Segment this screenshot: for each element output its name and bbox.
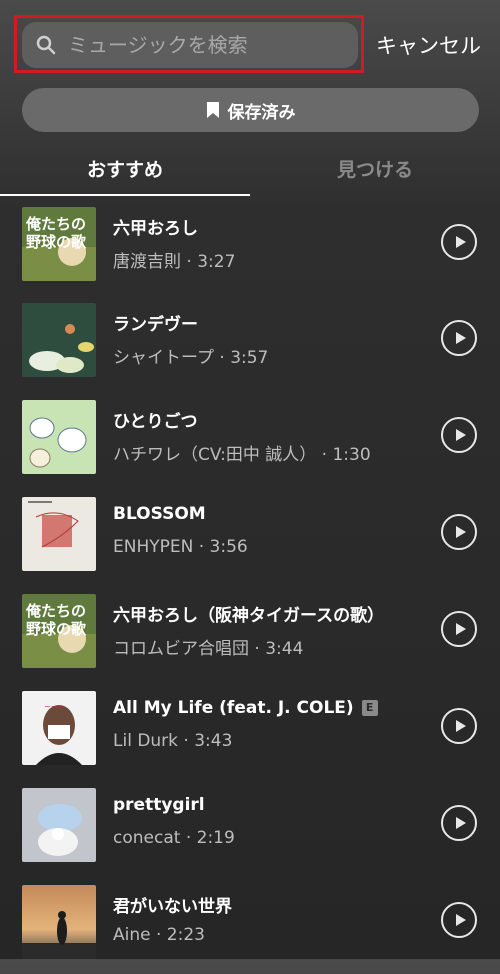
track-title: prettygirl	[113, 795, 205, 815]
play-button[interactable]	[441, 708, 477, 744]
search-bar-area: キャンセル	[0, 0, 500, 80]
saved-button[interactable]: 保存済み	[22, 88, 479, 132]
track-row[interactable]: ランデヴー シャイトープ · 3:57	[0, 296, 500, 392]
play-button[interactable]	[441, 805, 477, 841]
svg-text:俺たちの: 俺たちの	[25, 602, 86, 620]
track-title: BLOSSOM	[113, 504, 206, 524]
search-icon	[36, 35, 56, 55]
search-input[interactable]	[66, 32, 340, 58]
track-subtitle: コロムビア合唱団 · 3:44	[113, 639, 304, 659]
track-subtitle: ENHYPEN · 3:56	[113, 537, 248, 557]
track-title: ひとりごつ	[113, 412, 198, 432]
album-art	[22, 400, 96, 474]
track-row[interactable]: 俺たちの 野球の歌 六甲おろし 唐渡吉則 · 3:27	[0, 200, 500, 296]
tab-bar: おすすめ 見つける	[0, 140, 500, 196]
track-row[interactable]: 君がいない世界 Aine · 2:23	[0, 878, 500, 974]
play-button[interactable]	[441, 611, 477, 647]
track-title: All My Life (feat. J. COLE) E	[113, 698, 378, 718]
track-subtitle: Lil Durk · 3:43	[113, 731, 233, 751]
play-button[interactable]	[441, 514, 477, 550]
play-button[interactable]	[441, 320, 477, 356]
album-art: 俺たちの 野球の歌	[22, 594, 96, 668]
album-art	[22, 885, 96, 959]
album-art	[22, 497, 96, 571]
explicit-badge: E	[361, 700, 378, 716]
album-art	[22, 788, 96, 862]
play-button[interactable]	[441, 902, 477, 938]
cancel-button[interactable]: キャンセル	[376, 30, 481, 60]
svg-text:俺たちの: 俺たちの	[25, 215, 86, 233]
album-art: ~~~	[22, 691, 96, 765]
tab-recommended[interactable]: おすすめ	[0, 140, 250, 196]
track-row[interactable]: prettygirl conecat · 2:19	[0, 781, 500, 877]
track-title-text: All My Life (feat. J. COLE)	[113, 698, 354, 718]
track-title: 君がいない世界	[113, 897, 232, 917]
track-subtitle: ハチワレ（CV:田中 誠人） · 1:30	[113, 445, 371, 465]
track-subtitle: conecat · 2:19	[113, 828, 235, 848]
svg-text:野球の歌: 野球の歌	[26, 233, 87, 251]
track-title: 六甲おろし（阪神タイガースの歌）	[113, 606, 385, 626]
saved-label: 保存済み	[227, 102, 296, 123]
track-subtitle: 唐渡吉則 · 3:27	[113, 252, 236, 272]
track-row[interactable]: ~~~ All My Life (feat. J. COLE) E Lil Dur…	[0, 684, 500, 780]
tab-active-indicator	[0, 194, 250, 196]
svg-text:~~~: ~~~	[44, 702, 64, 711]
play-button[interactable]	[441, 417, 477, 453]
track-title: ランデヴー	[113, 315, 198, 335]
track-subtitle: シャイトープ · 3:57	[113, 348, 269, 368]
search-field[interactable]	[22, 22, 358, 68]
tab-discover[interactable]: 見つける	[250, 140, 500, 196]
track-subtitle: Aine · 2:23	[113, 925, 205, 945]
track-row[interactable]: BLOSSOM ENHYPEN · 3:56	[0, 490, 500, 586]
svg-text:野球の歌: 野球の歌	[26, 620, 87, 638]
track-title: 六甲おろし	[113, 219, 198, 239]
play-button[interactable]	[441, 224, 477, 260]
track-row[interactable]: ひとりごつ ハチワレ（CV:田中 誠人） · 1:30	[0, 393, 500, 489]
album-art	[22, 303, 96, 377]
album-art: 俺たちの 野球の歌	[22, 207, 96, 281]
track-row[interactable]: 俺たちの 野球の歌 六甲おろし（阪神タイガースの歌） コロムビア合唱団 · 3:…	[0, 587, 500, 683]
bookmark-icon	[206, 102, 219, 118]
